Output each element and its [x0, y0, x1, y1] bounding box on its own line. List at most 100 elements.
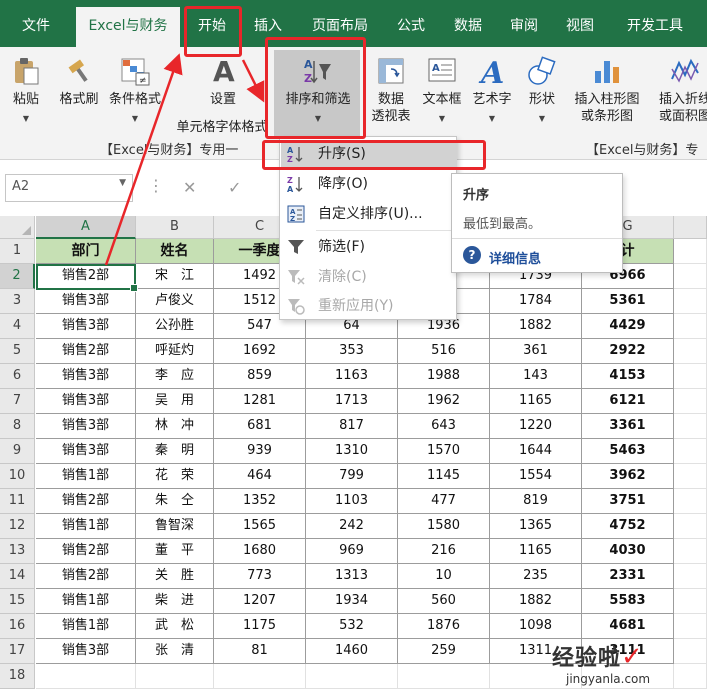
table-cell[interactable]: 销售2部 — [36, 564, 136, 589]
row-header-11[interactable]: 11 — [0, 489, 35, 514]
row-header-9[interactable]: 9 — [0, 439, 35, 464]
name-box[interactable]: A2 ▼ — [5, 174, 133, 202]
table-cell[interactable]: 销售2部 — [36, 539, 136, 564]
tab-view[interactable]: 视图 — [556, 7, 604, 47]
column-header-b[interactable]: B — [136, 216, 214, 239]
table-cell[interactable]: 秦 明 — [136, 439, 214, 464]
empty-cell[interactable] — [674, 314, 707, 339]
format-painter-button[interactable]: 格式刷 — [52, 55, 106, 108]
empty-cell[interactable] — [36, 664, 136, 689]
paste-button[interactable]: 粘贴 ▼ — [6, 55, 46, 127]
table-cell[interactable]: 武 松 — [136, 614, 214, 639]
table-cell[interactable]: 1882 — [490, 314, 582, 339]
empty-cell[interactable] — [214, 664, 306, 689]
row-header-2[interactable]: 2 — [0, 264, 35, 289]
empty-cell[interactable] — [136, 664, 214, 689]
empty-cell[interactable] — [674, 389, 707, 414]
menu-item-sort-descending[interactable]: ZA 降序(O) — [281, 170, 457, 198]
table-cell[interactable]: 花 荣 — [136, 464, 214, 489]
formula-bar-splitter-icon[interactable]: ⋮ — [148, 176, 164, 195]
table-cell[interactable]: 销售3部 — [36, 289, 136, 314]
row-header-16[interactable]: 16 — [0, 614, 35, 639]
table-cell[interactable]: 销售1部 — [36, 614, 136, 639]
empty-cell[interactable] — [674, 489, 707, 514]
column-header-a[interactable]: A — [36, 216, 136, 239]
table-cell[interactable]: 516 — [398, 339, 490, 364]
row-header-6[interactable]: 6 — [0, 364, 35, 389]
table-cell[interactable]: 216 — [398, 539, 490, 564]
table-cell[interactable]: 1882 — [490, 589, 582, 614]
table-cell[interactable]: 1165 — [490, 389, 582, 414]
table-cell[interactable]: 859 — [214, 364, 306, 389]
table-cell[interactable]: 销售3部 — [36, 314, 136, 339]
table-cell[interactable]: 销售2部 — [36, 489, 136, 514]
empty-cell[interactable] — [674, 364, 707, 389]
table-cell[interactable]: 1220 — [490, 414, 582, 439]
table-cell[interactable]: 柴 进 — [136, 589, 214, 614]
table-cell[interactable]: 2922 — [582, 339, 674, 364]
menu-item-filter[interactable]: 筛选(F) — [281, 233, 457, 261]
table-cell[interactable]: 1554 — [490, 464, 582, 489]
insert-bar-chart-button[interactable]: 插入柱形图 或条形图 — [568, 55, 646, 125]
table-cell[interactable]: 销售3部 — [36, 639, 136, 664]
empty-cell[interactable] — [674, 289, 707, 314]
table-cell[interactable]: 1876 — [398, 614, 490, 639]
table-cell[interactable]: 销售3部 — [36, 439, 136, 464]
table-cell[interactable]: 1365 — [490, 514, 582, 539]
table-cell[interactable]: 1207 — [214, 589, 306, 614]
table-cell[interactable]: 1962 — [398, 389, 490, 414]
table-cell[interactable]: 464 — [214, 464, 306, 489]
cell-font-format-button[interactable]: A 设置 — [196, 55, 250, 108]
table-cell[interactable]: 939 — [214, 439, 306, 464]
table-cell[interactable]: 560 — [398, 589, 490, 614]
table-cell[interactable]: 呼延灼 — [136, 339, 214, 364]
row-header-3[interactable]: 3 — [0, 289, 35, 314]
select-all-corner[interactable] — [0, 216, 35, 239]
empty-cell[interactable] — [674, 589, 707, 614]
tab-file[interactable]: 文件 — [12, 7, 60, 47]
tab-excel-finance[interactable]: Excel与财务 — [76, 7, 180, 47]
menu-item-custom-sort[interactable]: AZ 自定义排序(U)... — [281, 200, 457, 228]
table-cell[interactable]: 1934 — [306, 589, 398, 614]
table-cell[interactable]: 799 — [306, 464, 398, 489]
tab-developer[interactable]: 开发工具 — [614, 7, 696, 47]
row-header-15[interactable]: 15 — [0, 589, 35, 614]
table-cell[interactable]: 1460 — [306, 639, 398, 664]
table-cell[interactable]: 3361 — [582, 414, 674, 439]
empty-cell[interactable] — [306, 664, 398, 689]
table-cell[interactable]: 1565 — [214, 514, 306, 539]
table-cell[interactable]: 643 — [398, 414, 490, 439]
empty-cell[interactable] — [674, 664, 707, 689]
table-cell[interactable]: 969 — [306, 539, 398, 564]
table-cell[interactable]: 1713 — [306, 389, 398, 414]
table-cell[interactable]: 1988 — [398, 364, 490, 389]
table-cell[interactable]: 宋 江 — [136, 264, 214, 289]
table-header-cell[interactable]: 部门 — [36, 239, 136, 264]
empty-cell[interactable] — [674, 464, 707, 489]
table-cell[interactable]: 朱 仝 — [136, 489, 214, 514]
table-cell[interactable]: 4681 — [582, 614, 674, 639]
insert-line-chart-button[interactable]: 插入折线 或面积图 — [650, 55, 707, 125]
tab-formulas[interactable]: 公式 — [388, 7, 434, 47]
table-cell[interactable]: 关 胜 — [136, 564, 214, 589]
table-cell[interactable]: 4030 — [582, 539, 674, 564]
row-header-8[interactable]: 8 — [0, 414, 35, 439]
row-header-1[interactable]: 1 — [0, 239, 35, 264]
table-cell[interactable]: 销售1部 — [36, 464, 136, 489]
empty-cell[interactable] — [674, 639, 707, 664]
empty-cell[interactable] — [674, 414, 707, 439]
table-cell[interactable]: 李 应 — [136, 364, 214, 389]
table-cell[interactable]: 1310 — [306, 439, 398, 464]
tab-data[interactable]: 数据 — [444, 7, 492, 47]
table-cell[interactable]: 销售2部 — [36, 339, 136, 364]
table-cell[interactable]: 吴 用 — [136, 389, 214, 414]
pivot-table-button[interactable]: 数据 透视表 — [366, 55, 416, 125]
table-cell[interactable]: 1281 — [214, 389, 306, 414]
table-cell[interactable]: 353 — [306, 339, 398, 364]
table-cell[interactable]: 681 — [214, 414, 306, 439]
table-cell[interactable]: 1784 — [490, 289, 582, 314]
table-cell[interactable]: 销售1部 — [36, 589, 136, 614]
row-header-4[interactable]: 4 — [0, 314, 35, 339]
table-cell[interactable]: 2331 — [582, 564, 674, 589]
table-cell[interactable]: 销售3部 — [36, 389, 136, 414]
